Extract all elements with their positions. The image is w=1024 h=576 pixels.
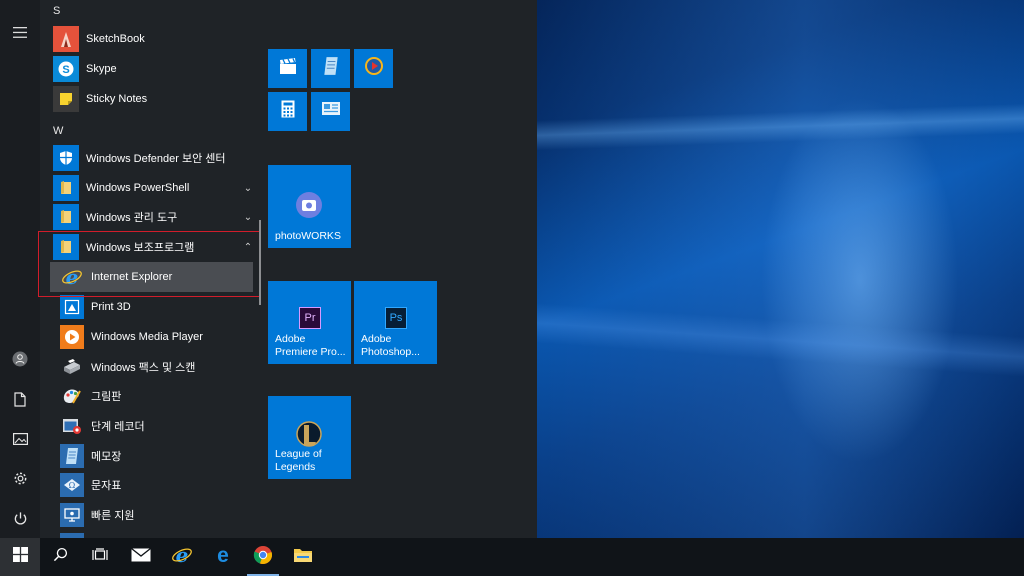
letter-header-w[interactable]: W bbox=[53, 125, 63, 137]
notepad-icon bbox=[60, 444, 84, 468]
app-label: Windows PowerShell bbox=[86, 182, 190, 194]
app-label: Windows Defender 보안 센터 bbox=[86, 153, 226, 165]
internet-explorer-icon: e bbox=[171, 543, 193, 571]
app-label: 메모장 bbox=[91, 451, 122, 463]
tile-adobe-premiere[interactable]: Pr Adobe Premiere Pro... bbox=[268, 281, 351, 364]
tile-league-of-legends[interactable]: League of Legends bbox=[268, 396, 351, 479]
taskbar-chrome[interactable] bbox=[243, 538, 283, 576]
tile-label: Adobe Premiere Pro... bbox=[275, 333, 346, 358]
paint-icon bbox=[60, 384, 84, 408]
app-label: Windows 팩스 및 스캔 bbox=[91, 362, 196, 374]
tile-label: Adobe Photoshop... bbox=[361, 333, 420, 358]
app-paint[interactable]: 그림판 bbox=[40, 381, 262, 411]
chevron-down-icon[interactable]: ⌄ bbox=[238, 183, 258, 194]
user-account-icon[interactable] bbox=[0, 339, 40, 379]
tile-movies-tv[interactable] bbox=[268, 49, 307, 88]
fax-scan-icon bbox=[60, 355, 84, 379]
search-icon bbox=[53, 547, 68, 567]
edge-icon: e bbox=[213, 544, 233, 570]
selection-highlight-box bbox=[38, 231, 260, 297]
print-3d-icon bbox=[60, 295, 84, 319]
app-label: 단계 레코더 bbox=[91, 421, 145, 433]
app-skype[interactable]: S Skype bbox=[40, 54, 262, 84]
tile-calculator[interactable] bbox=[268, 92, 307, 131]
sticky-notes-icon bbox=[53, 86, 79, 112]
character-map-icon: Ω bbox=[60, 473, 84, 497]
app-label: Skype bbox=[86, 63, 117, 75]
camera-icon bbox=[295, 191, 323, 224]
app-next-partial bbox=[40, 530, 262, 538]
app-label: Windows Media Player bbox=[91, 331, 203, 343]
sketchbook-icon bbox=[53, 26, 79, 52]
app-notepad[interactable]: 메모장 bbox=[40, 441, 262, 471]
media-player-icon bbox=[60, 325, 84, 349]
taskbar-mail[interactable] bbox=[121, 538, 161, 576]
tile-notepad[interactable] bbox=[311, 49, 350, 88]
app-windows-media-player[interactable]: Windows Media Player bbox=[40, 322, 262, 352]
app-list-scrollbar[interactable] bbox=[259, 220, 261, 305]
photoshop-icon: Ps bbox=[385, 307, 407, 329]
remote-desktop-icon bbox=[321, 101, 341, 122]
svg-text:S: S bbox=[62, 64, 69, 76]
start-menu: S SketchBook S Skype Sticky Notes W Wind… bbox=[0, 0, 537, 538]
search-button[interactable] bbox=[40, 538, 80, 576]
app-quick-assist[interactable]: 빠른 지원 bbox=[40, 500, 262, 530]
app-label: Sticky Notes bbox=[86, 93, 148, 105]
task-view-icon bbox=[92, 547, 108, 567]
quick-assist-icon bbox=[60, 503, 84, 527]
taskbar-internet-explorer[interactable]: e bbox=[162, 538, 202, 576]
app-steps-recorder[interactable]: 단계 레코더 bbox=[40, 411, 262, 441]
app-label: Print 3D bbox=[91, 301, 131, 313]
chrome-icon bbox=[253, 545, 273, 570]
tile-remote-desktop[interactable] bbox=[311, 92, 350, 131]
pictures-icon[interactable] bbox=[0, 419, 40, 459]
task-view-button[interactable] bbox=[80, 538, 120, 576]
start-button[interactable] bbox=[0, 538, 40, 576]
tile-adobe-photoshop[interactable]: Ps Adobe Photoshop... bbox=[354, 281, 437, 364]
media-play-icon bbox=[364, 56, 384, 81]
folder-icon bbox=[293, 547, 313, 568]
app-label: SketchBook bbox=[86, 33, 145, 45]
tile-media-app[interactable] bbox=[354, 49, 393, 88]
power-icon[interactable] bbox=[0, 498, 40, 538]
tile-photoworks[interactable]: photoWORKS bbox=[268, 165, 351, 248]
svg-text:e: e bbox=[217, 545, 229, 565]
app-label: Windows 관리 도구 bbox=[86, 212, 178, 224]
windows-logo-icon bbox=[12, 547, 28, 567]
taskbar: e e bbox=[0, 538, 1024, 576]
clapperboard-icon bbox=[278, 57, 298, 80]
shield-icon bbox=[53, 145, 79, 171]
settings-gear-icon[interactable] bbox=[0, 458, 40, 498]
letter-header-s[interactable]: S bbox=[53, 5, 60, 17]
folder-icon bbox=[53, 204, 79, 230]
tile-label: League of Legends bbox=[275, 448, 322, 473]
app-label: 문자표 bbox=[91, 480, 122, 492]
folder-icon bbox=[53, 175, 79, 201]
mail-envelope-icon bbox=[131, 547, 151, 567]
app-windows-defender[interactable]: Windows Defender 보안 센터 bbox=[40, 143, 262, 173]
hamburger-menu-icon[interactable] bbox=[0, 12, 40, 52]
calculator-icon bbox=[281, 100, 295, 123]
app-sticky-notes[interactable]: Sticky Notes bbox=[40, 84, 262, 114]
documents-icon[interactable] bbox=[0, 379, 40, 419]
start-rail bbox=[0, 0, 40, 538]
app-label: 빠른 지원 bbox=[91, 510, 135, 522]
chevron-down-icon[interactable]: ⌄ bbox=[238, 212, 258, 223]
steps-recorder-icon bbox=[60, 414, 84, 438]
taskbar-edge[interactable]: e bbox=[203, 538, 243, 576]
svg-text:e: e bbox=[176, 544, 189, 566]
taskbar-file-explorer[interactable] bbox=[283, 538, 323, 576]
folder-windows-powershell[interactable]: Windows PowerShell ⌄ bbox=[40, 173, 262, 203]
folder-windows-admin-tools[interactable]: Windows 관리 도구 ⌄ bbox=[40, 202, 262, 232]
skype-icon: S bbox=[53, 56, 79, 82]
app-windows-fax-scan[interactable]: Windows 팩스 및 스캔 bbox=[40, 352, 262, 382]
notepad-icon bbox=[322, 56, 340, 81]
premiere-pro-icon: Pr bbox=[299, 307, 321, 329]
app-character-map[interactable]: Ω 문자표 bbox=[40, 470, 262, 500]
app-label: 그림판 bbox=[91, 391, 122, 403]
app-sketchbook[interactable]: SketchBook bbox=[40, 24, 262, 54]
svg-text:Ω: Ω bbox=[69, 481, 76, 490]
tile-label: photoWORKS bbox=[275, 230, 341, 242]
